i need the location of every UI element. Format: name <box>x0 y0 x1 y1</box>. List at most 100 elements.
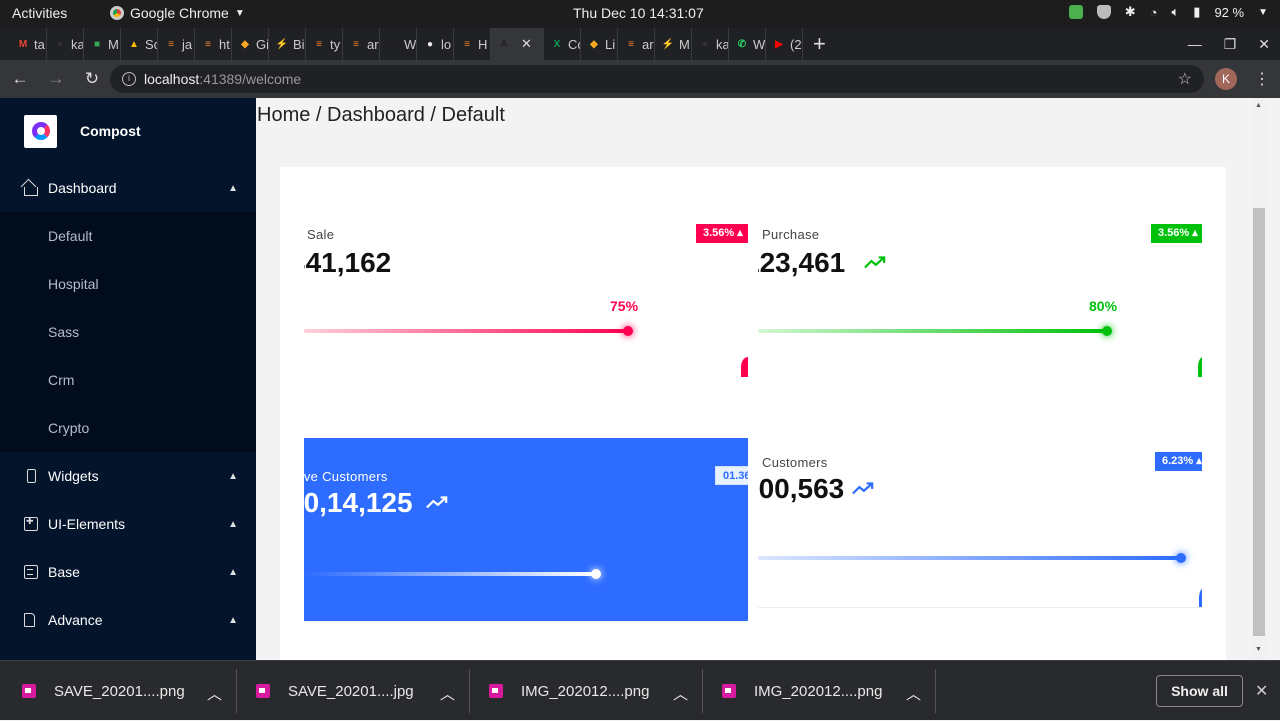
browser-tab[interactable]: ⚡ Bi <box>269 28 306 60</box>
browser-tab[interactable]: ■ M <box>84 28 121 60</box>
bookmark-star-icon[interactable]: ☆ <box>1178 69 1192 89</box>
sidebar-item-base[interactable]: Base ▲ <box>0 548 256 596</box>
customers-card: Customers 100,563 6.23% ▴ <box>758 438 1202 608</box>
restore-icon[interactable]: ❐ <box>1224 36 1237 53</box>
chrome-icon <box>110 6 124 20</box>
forward-button[interactable]: → <box>40 69 72 89</box>
profile-avatar[interactable]: K <box>1215 68 1237 90</box>
reload-button[interactable]: ↻ <box>76 69 108 89</box>
download-filename: IMG_202012....png <box>521 682 650 700</box>
browser-tab[interactable]: AW <box>380 28 417 60</box>
browser-tab[interactable]: ◆ Li <box>581 28 618 60</box>
chevron-up-icon[interactable]: ︿ <box>906 683 921 704</box>
tab-favicon-icon: ● <box>701 38 709 50</box>
browser-tab[interactable]: Mta <box>10 28 47 60</box>
progress-knob[interactable] <box>623 326 633 336</box>
close-icon[interactable]: ✕ <box>1255 681 1268 701</box>
tab-favicon-icon: ▲ <box>129 38 139 50</box>
minimize-icon[interactable]: — <box>1188 36 1202 52</box>
url-host: localhost <box>144 71 200 87</box>
volume-icon: 🔈︎ <box>1171 4 1180 19</box>
brand[interactable]: Compost <box>0 98 256 164</box>
progress-knob[interactable] <box>1102 326 1112 336</box>
address-bar[interactable]: i localhost:41389/welcome ☆ <box>110 65 1204 93</box>
divider <box>935 669 936 713</box>
sidebar-item-label: Base <box>48 564 80 580</box>
sidebar-item-widgets[interactable]: Widgets ▲ <box>0 452 256 500</box>
sidebar-item-dashboard[interactable]: Dashboard ▲ <box>0 164 256 212</box>
slack-icon[interactable]: ✱ <box>1125 4 1136 20</box>
clock[interactable]: Thu Dec 10 14:31:07 <box>573 5 704 21</box>
tab-favicon-icon: ≡ <box>353 38 359 50</box>
page-scrollbar[interactable]: ▲ ▼ <box>1252 98 1266 660</box>
back-button[interactable]: ← <box>4 69 36 89</box>
browser-tab[interactable]: ≡ H <box>454 28 491 60</box>
active-customers-card: Active Customers 10,14,125 01.36% <box>304 438 748 621</box>
sidebar-item-ui-elements[interactable]: UI-Elements ▲ <box>0 500 256 548</box>
system-tray[interactable]: ✱ ◔ 🔈︎ ▮ 92 % ▼ <box>1068 4 1268 20</box>
sidebar-item-label: UI-Elements <box>48 516 126 532</box>
browser-tab[interactable]: X Co <box>544 28 581 60</box>
sidebar-subitem-crypto[interactable]: Crypto <box>0 404 256 452</box>
tab-favicon-icon: ≡ <box>628 38 634 50</box>
scroll-up-icon[interactable]: ▲ <box>1255 102 1262 109</box>
browser-tab[interactable]: ≡ ar <box>618 28 655 60</box>
tab-favicon-icon: ≡ <box>205 38 211 50</box>
browser-tab[interactable]: ◆ Gi <box>232 28 269 60</box>
show-all-button[interactable]: Show all <box>1156 675 1243 707</box>
dashboard-submenu: Default Hospital Sass Crm Crypto <box>0 212 256 452</box>
tab-title: ar <box>642 36 654 52</box>
scrollbar-thumb[interactable] <box>1253 208 1265 636</box>
browser-tab[interactable]: ≡ ht <box>195 28 232 60</box>
browser-tab[interactable]: ● lo <box>417 28 454 60</box>
activities-button[interactable]: Activities <box>12 5 67 21</box>
brand-logo <box>24 114 57 148</box>
chevron-up-icon[interactable]: ︿ <box>673 683 688 704</box>
sidebar-item-advance[interactable]: Advance ▲ <box>0 596 256 644</box>
tab-active[interactable]: A ✕ <box>491 28 544 60</box>
close-icon[interactable]: ✕ <box>1258 36 1270 53</box>
tab-close-icon[interactable]: ✕ <box>521 36 532 52</box>
progress-knob[interactable] <box>1176 553 1186 563</box>
scroll-down-icon[interactable]: ▼ <box>1255 646 1262 653</box>
status-badge: 6.23% ▴ <box>1155 452 1202 471</box>
download-item[interactable]: IMG_202012....png <box>722 661 882 721</box>
shield-icon[interactable] <box>1096 5 1111 19</box>
tab-title: lo <box>441 36 452 52</box>
chevron-up-icon[interactable]: ︿ <box>440 683 455 704</box>
browser-tab[interactable]: ≡ ty <box>306 28 343 60</box>
download-item[interactable]: SAVE_20201....png <box>22 661 185 721</box>
browser-tab[interactable]: ▶ (2 <box>766 28 803 60</box>
progress-knob[interactable] <box>591 569 601 579</box>
progress-percent: 75% <box>610 298 639 314</box>
tab-title: H <box>478 36 488 52</box>
new-tab-button[interactable]: + <box>813 31 826 57</box>
browser-tab[interactable]: ≡ ar <box>343 28 380 60</box>
extension-check-icon[interactable] <box>1068 5 1083 19</box>
browser-tab[interactable]: ✆ W <box>729 28 766 60</box>
wifi-icon: ◔ <box>1149 4 1158 20</box>
browser-tab[interactable]: ≡ ja <box>158 28 195 60</box>
sidebar-subitem-crm[interactable]: Crm <box>0 356 256 404</box>
site-info-icon[interactable]: i <box>122 72 136 86</box>
tab-favicon-icon: ■ <box>93 38 101 50</box>
chrome-menu-icon[interactable]: ⋮ <box>1254 69 1270 89</box>
browser-tab[interactable]: ▲ Sc <box>121 28 158 60</box>
browser-tab[interactable]: ⚡ M <box>655 28 692 60</box>
tab-title: Sc <box>145 36 157 52</box>
sidebar-subitem-hospital[interactable]: Hospital <box>0 260 256 308</box>
sidebar-subitem-sass[interactable]: Sass <box>0 308 256 356</box>
browser-tab[interactable]: ● ka <box>47 28 84 60</box>
download-item[interactable]: IMG_202012....png <box>489 661 649 721</box>
badge-text: 3.56% <box>703 227 735 239</box>
sidebar-subitem-default[interactable]: Default <box>0 212 256 260</box>
chevron-up-icon[interactable]: ︿ <box>207 683 222 704</box>
tab-favicon-icon: ◆ <box>590 38 598 50</box>
download-item[interactable]: SAVE_20201....jpg <box>256 661 414 721</box>
status-badge: 3.56% ▴ <box>1151 224 1202 243</box>
system-top-bar: Activities Google Chrome ▼ Thu Dec 10 14… <box>0 0 1280 28</box>
tab-strip: Mta●ka■M▲Sc≡ja≡ht◆Gi⚡Bi≡ty≡arAW●lo≡HA✕XC… <box>0 28 1280 60</box>
chevron-down-icon[interactable]: ▼ <box>1258 7 1268 18</box>
browser-tab[interactable]: ● ka <box>692 28 729 60</box>
app-menu[interactable]: Google Chrome ▼ <box>110 5 245 21</box>
